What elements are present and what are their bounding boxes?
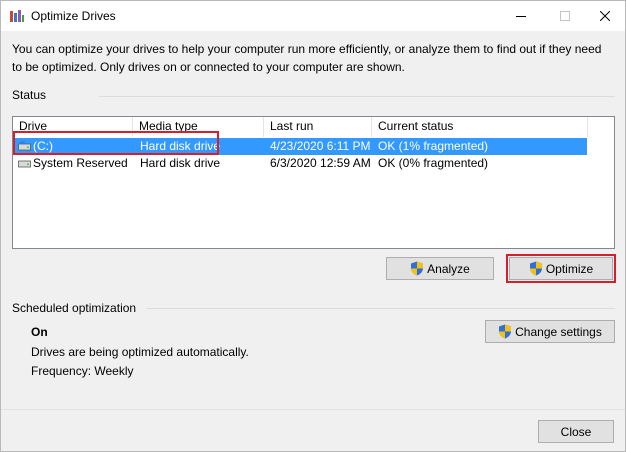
change-settings-label: Change settings (515, 324, 602, 339)
column-last-run[interactable]: Last run (264, 117, 372, 137)
uac-shield-icon (411, 261, 424, 276)
drives-list-header: Drive Media type Last run Current status (13, 117, 614, 137)
status-group-label: Status (12, 88, 47, 102)
minimize-icon (516, 16, 526, 17)
change-settings-button[interactable]: Change settings (485, 320, 615, 343)
analyze-button[interactable]: Analyze (386, 257, 494, 280)
footer-divider (1, 409, 625, 410)
schedule-frequency: Frequency: Weekly (31, 364, 134, 378)
drive-row-c[interactable]: (C:) Hard disk drive 4/23/2020 6:11 PM O… (14, 138, 587, 155)
close-icon (600, 11, 610, 21)
optimize-button-label: Optimize (545, 261, 594, 276)
close-button-label: Close (560, 424, 592, 439)
scheduled-group-label: Scheduled optimization (12, 301, 137, 315)
defrag-app-icon (10, 10, 24, 22)
optimize-button[interactable]: Optimize (509, 257, 613, 280)
column-current-status[interactable]: Current status (372, 117, 588, 137)
drive-media-type: Hard disk drive (140, 139, 221, 153)
status-group-divider (99, 96, 615, 97)
column-media-type[interactable]: Media type (133, 117, 264, 137)
column-drive[interactable]: Drive (13, 117, 133, 137)
drive-name: (C:) (33, 139, 53, 153)
maximize-button (543, 1, 587, 31)
drive-media-type: Hard disk drive (140, 156, 221, 170)
dialog-content: You can optimize your drives to help you… (1, 31, 625, 451)
intro-text: You can optimize your drives to help you… (12, 42, 602, 74)
drive-row-system-reserved[interactable]: System Reserved Hard disk drive 6/3/2020… (14, 155, 587, 172)
close-button[interactable]: Close (538, 420, 614, 443)
title-bar[interactable]: Optimize Drives (1, 1, 625, 31)
minimize-button[interactable] (499, 1, 543, 31)
uac-shield-icon (529, 261, 542, 276)
drive-current-status: OK (1% fragmented) (378, 139, 489, 153)
drive-last-run: 4/23/2020 6:11 PM (270, 139, 371, 153)
uac-shield-icon (499, 324, 512, 339)
drive-current-status: OK (0% fragmented) (378, 156, 489, 170)
schedule-state: On (31, 325, 48, 339)
close-window-button[interactable] (583, 1, 626, 31)
drive-name: System Reserved (33, 156, 128, 170)
schedule-description: Drives are being optimized automatically… (31, 345, 249, 359)
analyze-button-label: Analyze (427, 261, 470, 276)
maximize-icon (560, 11, 570, 21)
hard-drive-icon (18, 160, 31, 168)
optimize-drives-window: Optimize Drives You can optimize your dr… (0, 0, 626, 452)
drive-last-run: 6/3/2020 12:59 AM (270, 156, 371, 170)
hard-drive-icon (18, 141, 31, 151)
scheduled-group-divider (147, 308, 615, 309)
drives-list[interactable]: Drive Media type Last run Current status… (12, 116, 615, 249)
window-title: Optimize Drives (31, 9, 116, 23)
